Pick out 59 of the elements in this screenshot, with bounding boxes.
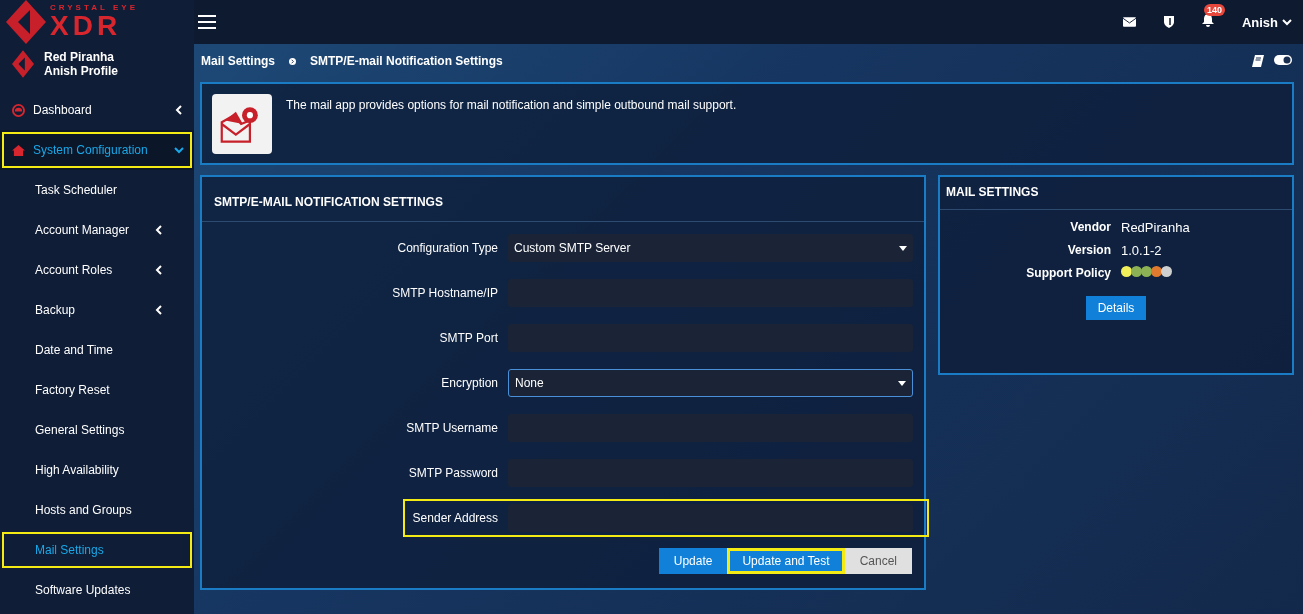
notification-badge: 140 (1203, 4, 1225, 16)
cancel-button[interactable]: Cancel (844, 548, 912, 574)
bell-icon[interactable] (1201, 14, 1214, 27)
chevron-down-icon (174, 145, 184, 155)
user-menu[interactable]: Anish (1241, 14, 1292, 30)
select-field[interactable]: None (508, 369, 913, 397)
sidebar-item[interactable]: Dashboard (0, 90, 194, 130)
chevron-left-icon (154, 265, 164, 275)
sidebar-subitem[interactable]: Factory Reset (0, 370, 194, 410)
submit-button[interactable]: Update (658, 548, 728, 574)
chevron-left-icon (154, 225, 164, 235)
field-label: SMTP Hostname/IP (391, 286, 498, 300)
sidebar-subitem[interactable]: Date and Time (0, 330, 194, 370)
breadcrumb-link[interactable]: Mail Settings (201, 54, 275, 68)
sidebar-subitem[interactable]: Account Roles (0, 250, 194, 290)
chevron-down-icon (1282, 17, 1292, 27)
sidebar-subitem[interactable]: Account Manager (0, 210, 194, 250)
chevron-left-icon (154, 305, 164, 315)
circle-arrow-icon (289, 57, 296, 65)
sidebar-item[interactable]: System Configuration (0, 130, 194, 170)
field-label: SMTP Port (438, 331, 498, 345)
book-icon[interactable] (1252, 55, 1264, 67)
sidebar-subitem[interactable]: Hosts and Groups (0, 490, 194, 530)
dropdown-caret-icon (899, 245, 907, 251)
field-label: Configuration Type (396, 241, 498, 255)
envelope-icon[interactable] (1122, 17, 1136, 27)
piranha-icon (12, 50, 34, 78)
select-field[interactable]: Custom SMTP Server (508, 234, 913, 262)
details-button[interactable]: Details (1085, 296, 1147, 320)
field-label: SMTP Username (405, 421, 498, 435)
gauge-icon (12, 103, 25, 117)
shield-icon[interactable] (1163, 16, 1174, 28)
logo-tagline: CRYSTAL EYE (50, 4, 138, 12)
sidebar-subitem[interactable]: Software Updates (0, 570, 194, 610)
info-text: The mail app provides options for mail notification and simple outbound mail support. (286, 98, 737, 114)
info-label: Version (1066, 243, 1111, 258)
panel-title: SMTP/E-MAIL NOTIFICATION SETTINGS (202, 177, 924, 222)
sidebar-subitem[interactable]: Mail Settings (0, 530, 194, 570)
profile-name: Anish Profile (44, 64, 118, 78)
organization-name: Red Piranha (44, 50, 116, 64)
sidebar-subitem[interactable]: General Settings (0, 410, 194, 450)
submit-button[interactable]: Update and Test (727, 548, 845, 574)
toggle-icon[interactable] (1274, 55, 1292, 65)
chevron-left-icon (174, 105, 184, 115)
panel-title: MAIL SETTINGS (940, 177, 1292, 210)
info-value: 1.0.1-2 (1121, 243, 1163, 258)
logo-wordmark: XDR (50, 12, 123, 40)
field-label: Encryption (440, 376, 498, 390)
info-label: Support Policy (1025, 266, 1111, 280)
dropdown-caret-icon (898, 380, 906, 386)
info-value: RedPiranha (1121, 220, 1191, 235)
sidebar-subitem[interactable]: High Availability (0, 450, 194, 490)
field-label: Sender Address (411, 511, 498, 525)
field-label: SMTP Password (407, 466, 498, 480)
info-label: Vendor (1069, 220, 1111, 235)
home-icon (12, 144, 25, 156)
menu-icon[interactable] (198, 15, 216, 29)
sidebar-subitem[interactable]: Backup (0, 290, 194, 330)
sidebar-subitem[interactable]: Task Scheduler (0, 170, 194, 210)
